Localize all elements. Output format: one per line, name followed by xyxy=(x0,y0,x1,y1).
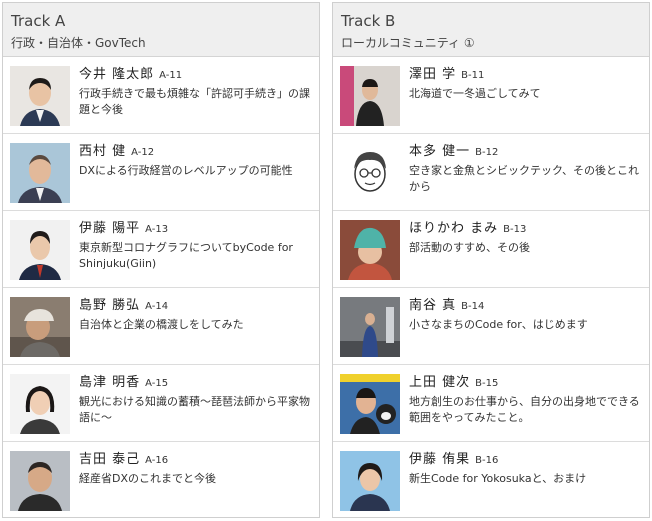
track-header: Track B ローカルコミュニティ ① xyxy=(333,3,649,57)
talk-title: 観光における知識の蓄積〜琵琶法師から平家物語に〜 xyxy=(79,395,310,424)
track-header: Track A 行政・自治体・GovTech xyxy=(3,3,319,57)
talk-title: 新生Code for Yokosukaと、おまけ xyxy=(409,472,587,485)
talk-item[interactable]: 伊藤 陽平 A-13 東京新型コロナグラフについてbyCode for Shinj… xyxy=(3,211,319,288)
session-code: A-16 xyxy=(145,455,169,466)
speaker-name: 島津 明香 xyxy=(79,375,141,390)
speaker-photo xyxy=(10,220,70,280)
speaker-name: 吉田 泰己 xyxy=(79,452,141,467)
speaker-name: 本多 健一 xyxy=(409,144,471,159)
speaker-photo xyxy=(10,297,70,357)
speaker-photo xyxy=(10,66,70,126)
talk-item[interactable]: ほりかわ まみ B-13 部活動のすすめ、その後 xyxy=(333,211,649,288)
talk-title: DXによる行政経営のレベルアップの可能性 xyxy=(79,164,293,177)
speaker-name: 今井 隆太郎 xyxy=(79,67,155,82)
speaker-name: 伊藤 陽平 xyxy=(79,221,141,236)
session-code: A-15 xyxy=(145,378,169,389)
talk-item[interactable]: 南谷 真 B-14 小さなまちのCode for、はじめます xyxy=(333,288,649,365)
speaker-name: 澤田 学 xyxy=(409,67,457,82)
talk-title: 経産省DXのこれまでと今後 xyxy=(79,472,217,485)
talk-item[interactable]: 吉田 泰己 A-16 経産省DXのこれまでと今後 xyxy=(3,442,319,519)
talk-item[interactable]: 島野 勝弘 A-14 自治体と企業の橋渡しをしてみた xyxy=(3,288,319,365)
speaker-photo xyxy=(340,66,400,126)
speaker-name: ほりかわ まみ xyxy=(409,221,499,236)
speaker-photo xyxy=(340,451,400,511)
talk-title: 北海道で一冬過ごしてみて xyxy=(409,87,541,100)
track-subtitle: 行政・自治体・GovTech xyxy=(11,36,146,50)
talk-title: 空き家と金魚とシビックテック、その後とこれから xyxy=(409,164,640,193)
session-code: B-16 xyxy=(475,455,499,466)
talk-title: 東京新型コロナグラフについてbyCode for Shinjuku(Giin) xyxy=(79,241,293,270)
session-code: B-13 xyxy=(503,224,527,235)
session-code: A-13 xyxy=(145,224,169,235)
talk-title: 行政手続きで最も煩雑な「許認可手続き」の課題と今後 xyxy=(79,87,310,116)
speaker-name: 西村 健 xyxy=(79,144,127,159)
talk-item[interactable]: 上田 健次 B-15 地方創生のお仕事から、自分の出身地でできる範囲をやってみたこ… xyxy=(333,365,649,442)
track-title: Track B xyxy=(341,12,396,30)
session-code: B-15 xyxy=(475,378,499,389)
talk-title: 自治体と企業の橋渡しをしてみた xyxy=(79,318,244,331)
session-code: A-12 xyxy=(131,147,155,158)
talk-item[interactable]: 今井 隆太郎 A-11 行政手続きで最も煩雑な「許認可手続き」の課題と今後 xyxy=(3,57,319,134)
session-code: B-11 xyxy=(461,70,485,81)
talk-title: 小さなまちのCode for、はじめます xyxy=(409,318,588,331)
talk-item[interactable]: 澤田 学 B-11 北海道で一冬過ごしてみて xyxy=(333,57,649,134)
session-code: B-14 xyxy=(461,301,485,312)
track-subtitle: ローカルコミュニティ ① xyxy=(341,36,475,50)
talk-item[interactable]: 本多 健一 B-12 空き家と金魚とシビックテック、その後とこれから xyxy=(333,134,649,211)
speaker-photo xyxy=(340,143,400,203)
talk-item[interactable]: 島津 明香 A-15 観光における知識の蓄積〜琵琶法師から平家物語に〜 xyxy=(3,365,319,442)
track-title: Track A xyxy=(11,12,66,30)
speaker-photo xyxy=(10,143,70,203)
talk-item[interactable]: 伊藤 侑果 B-16 新生Code for Yokosukaと、おまけ xyxy=(333,442,649,519)
speaker-photo xyxy=(340,374,400,434)
session-code: B-12 xyxy=(475,147,499,158)
session-code: A-11 xyxy=(159,70,183,81)
speaker-photo xyxy=(340,220,400,280)
track-b-column: Track B ローカルコミュニティ ① 澤田 学 B-11 北海道で一冬過ごして… xyxy=(332,2,650,518)
track-a-column: Track A 行政・自治体・GovTech 今井 隆太郎 A-11 行政手続きで… xyxy=(2,2,320,518)
talk-title: 地方創生のお仕事から、自分の出身地でできる範囲をやってみたこと。 xyxy=(409,395,640,424)
speaker-photo xyxy=(10,451,70,511)
speaker-name: 伊藤 侑果 xyxy=(409,452,471,467)
speaker-photo xyxy=(340,297,400,357)
session-code: A-14 xyxy=(145,301,169,312)
talk-title: 部活動のすすめ、その後 xyxy=(409,241,530,254)
talk-item[interactable]: 西村 健 A-12 DXによる行政経営のレベルアップの可能性 xyxy=(3,134,319,211)
speaker-name: 島野 勝弘 xyxy=(79,298,141,313)
speaker-name: 上田 健次 xyxy=(409,375,471,390)
speaker-name: 南谷 真 xyxy=(409,298,457,313)
speaker-photo xyxy=(10,374,70,434)
